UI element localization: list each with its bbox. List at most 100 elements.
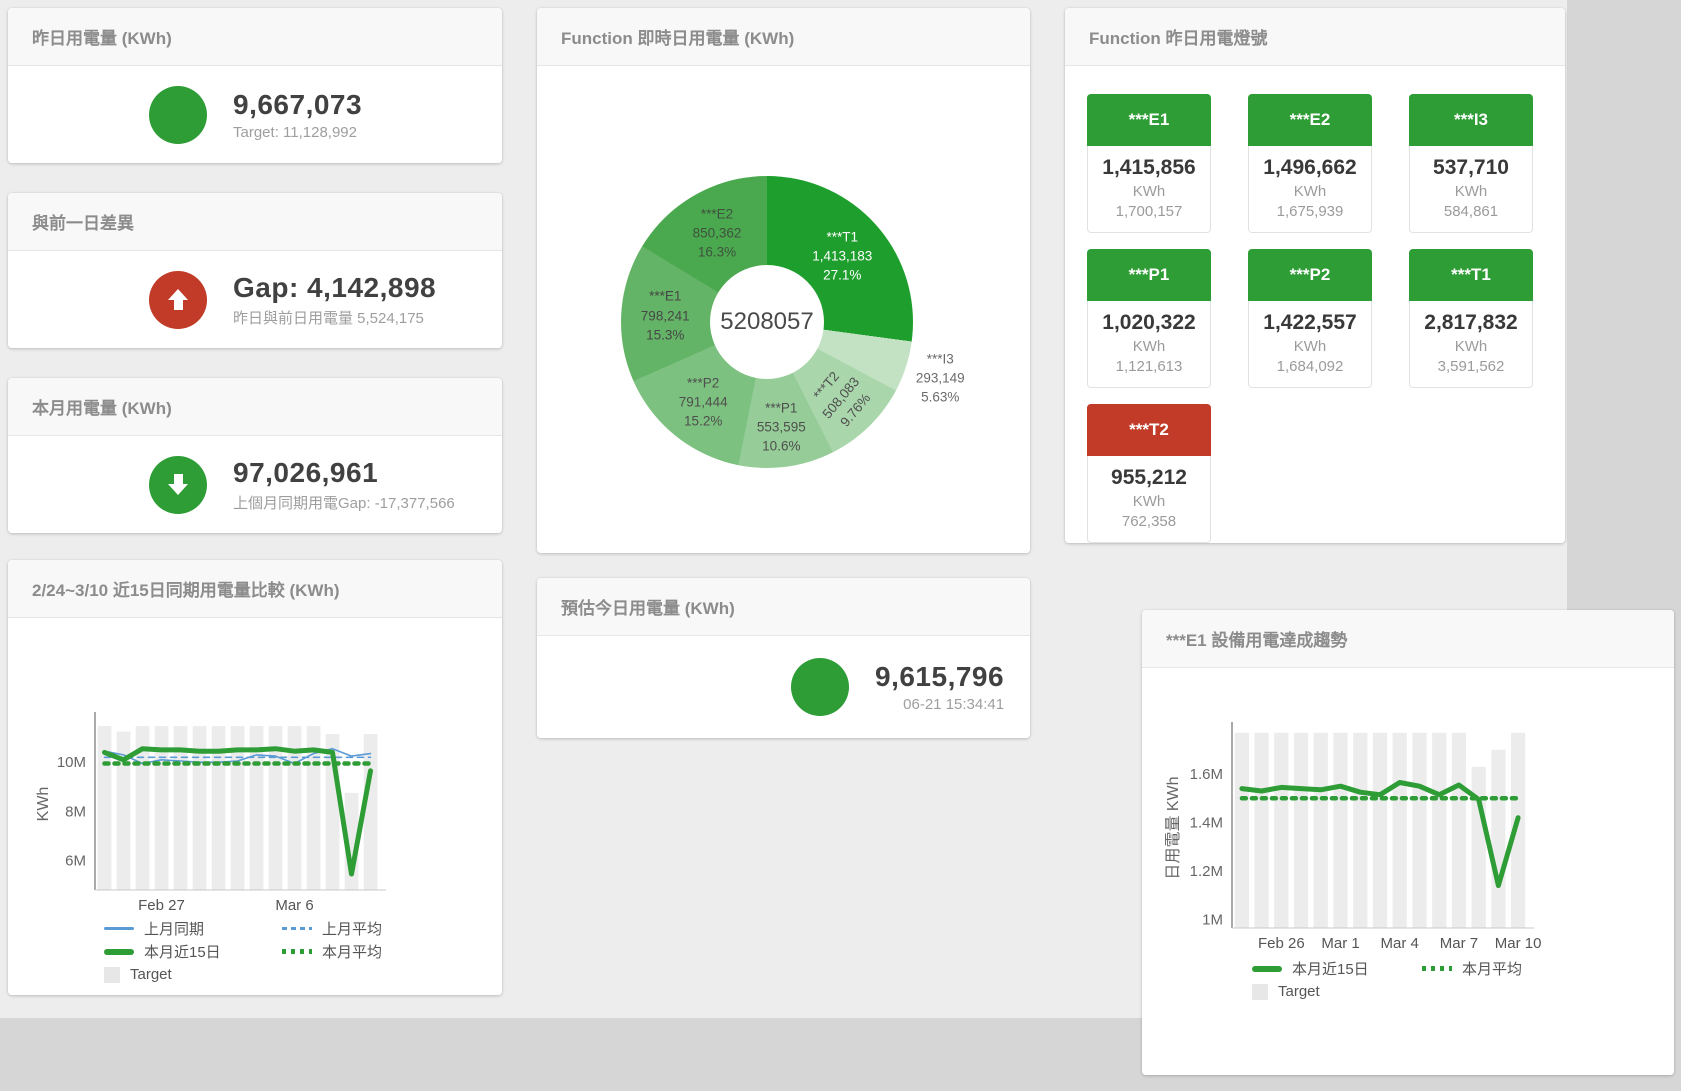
tile-value: 1,496,662: [1251, 156, 1369, 180]
card-title: Function 即時日用電量 (KWh): [561, 24, 794, 49]
target-bar[interactable]: [1472, 767, 1486, 928]
card-title: 2/24~3/10 近15日同期用電量比較 (KWh): [32, 576, 340, 601]
y-tick-label: 8M: [65, 803, 86, 820]
tile-unit: KWh: [1412, 338, 1530, 355]
y-axis-title: 日用電量 KWh: [1165, 776, 1182, 879]
card-realtime-donut: Function 即時日用電量 (KWh) 5208057 ***T11,413…: [537, 8, 1030, 553]
donut-slice-label-P1: ***P1553,59510.6%: [757, 398, 806, 455]
legend-label: 本月近15日: [144, 941, 221, 962]
status-tile-I3: ***I3537,710KWh584,861: [1409, 94, 1533, 233]
target-bar[interactable]: [1393, 733, 1407, 928]
card-title: 昨日用電量 (KWh): [32, 24, 172, 49]
gap-value: Gap: 4,142,898: [233, 272, 436, 304]
legend-item-本月平均[interactable]: 本月平均: [282, 943, 382, 960]
legend-label: Target: [1278, 983, 1320, 1000]
card-compare15-chart: 2/24~3/10 近15日同期用電量比較 (KWh) 6M8M10MFeb 2…: [8, 560, 502, 995]
y-tick-label: 1.6M: [1190, 766, 1223, 783]
tile-target: 762,358: [1090, 513, 1208, 530]
legend-label: 本月近15日: [1292, 958, 1369, 979]
card-status-tiles: Function 昨日用電燈號 ***E1 1,415,856 KWh 1,700,1…: [1065, 8, 1565, 543]
estimate-timestamp: 06-21 15:34:41: [875, 696, 1004, 713]
x-tick-label: Feb 27: [138, 897, 185, 914]
status-tile-P1: ***P11,020,322KWh1,121,613: [1087, 249, 1211, 388]
tile-value: 1,020,322: [1090, 311, 1208, 335]
tile-value: 955,212: [1090, 466, 1208, 490]
tile-name: ***E1: [1087, 94, 1211, 146]
legend-item-Target[interactable]: Target: [104, 966, 282, 983]
y-tick-label: 1M: [1202, 912, 1223, 929]
legend-item-本月近15日[interactable]: 本月近15日: [1252, 960, 1422, 977]
status-circle-icon: [149, 86, 207, 144]
compare15-legend: 上月同期 上月平均本月近15日 本月平均 Target: [104, 920, 382, 983]
target-bar[interactable]: [1452, 733, 1466, 928]
card-title: 與前一日差異: [32, 209, 134, 234]
x-tick-label: Mar 10: [1495, 935, 1542, 952]
target-bar[interactable]: [1274, 733, 1288, 928]
donut-slice-label-E2: ***E2850,36216.3%: [693, 204, 742, 261]
status-circle-icon: [791, 658, 849, 716]
tile-target: 1,675,939: [1251, 203, 1369, 220]
tile-unit: KWh: [1251, 338, 1369, 355]
month-subtitle: 上個月同期用電Gap: -17,377,566: [233, 492, 455, 513]
tile-value: 2,817,832: [1412, 311, 1530, 335]
y-tick-label: 1.2M: [1190, 863, 1223, 880]
target-bar[interactable]: [1491, 750, 1505, 928]
legend-label: 上月同期: [144, 918, 204, 939]
yesterday-target: Target: 11,128,992: [233, 124, 362, 141]
legend-item-上月平均[interactable]: 上月平均: [282, 920, 382, 937]
card-gap-prev-day: 與前一日差異 Gap: 4,142,898 昨日與前日用電量 5,524,175: [8, 193, 502, 348]
status-tile-E2: ***E21,496,662KWh1,675,939: [1248, 94, 1372, 233]
tile-value: 1,415,856: [1090, 156, 1208, 180]
legend-item-本月平均[interactable]: 本月平均: [1422, 960, 1522, 977]
tile-name: ***E2: [1248, 94, 1372, 146]
target-bar[interactable]: [1235, 733, 1249, 928]
tile-target: 1,121,613: [1090, 358, 1208, 375]
tile-target: 3,591,562: [1412, 358, 1530, 375]
target-bar[interactable]: [1432, 733, 1446, 928]
tile-unit: KWh: [1090, 493, 1208, 510]
tile-unit: KWh: [1412, 183, 1530, 200]
compare15-line-chart[interactable]: 6M8M10MFeb 27Mar 6KWh: [8, 618, 502, 918]
target-bar[interactable]: [1314, 733, 1328, 928]
target-bar[interactable]: [1353, 733, 1367, 928]
legend-item-上月同期[interactable]: 上月同期: [104, 920, 282, 937]
legend-swatch: [1252, 984, 1268, 1000]
tile-name: ***I3: [1409, 94, 1533, 146]
legend-label: 本月平均: [322, 941, 382, 962]
tile-unit: KWh: [1090, 338, 1208, 355]
y-axis-title: KWh: [35, 787, 52, 822]
tile-unit: KWh: [1090, 183, 1208, 200]
legend-label: 上月平均: [322, 918, 382, 939]
card-title: 本月用電量 (KWh): [32, 394, 172, 419]
legend-swatch: [282, 927, 312, 930]
target-bar[interactable]: [1294, 733, 1308, 928]
legend-swatch: [104, 927, 134, 930]
x-tick-label: Mar 7: [1440, 935, 1478, 952]
donut-center-total: 5208057: [710, 265, 824, 379]
target-bar[interactable]: [1373, 733, 1387, 928]
card-e1-trend-chart: ***E1 設備用電達成趨勢 1M1.2M1.4M1.6MFeb 26Mar 1…: [1142, 610, 1674, 1075]
card-month-usage: 本月用電量 (KWh) 97,026,961 上個月同期用電Gap: -17,3…: [8, 378, 502, 533]
x-tick-label: Feb 26: [1258, 935, 1305, 952]
legend-item-Target[interactable]: Target: [1252, 983, 1422, 1000]
tile-target: 1,684,092: [1251, 358, 1369, 375]
x-tick-label: Mar 1: [1321, 935, 1359, 952]
x-tick-label: Mar 6: [275, 897, 313, 914]
target-bar[interactable]: [1255, 733, 1269, 928]
e1-trend-line-chart[interactable]: 1M1.2M1.4M1.6MFeb 26Mar 1Mar 4Mar 7Mar 1…: [1142, 668, 1674, 958]
legend-label: 本月平均: [1462, 958, 1522, 979]
status-tile-T1: ***T12,817,832KWh3,591,562: [1409, 249, 1533, 388]
target-bar[interactable]: [1333, 733, 1347, 928]
e1-trend-legend: 本月近15日 本月平均 Target: [1252, 960, 1522, 1000]
legend-swatch: [104, 967, 120, 983]
donut-slice-label-T1: ***T11,413,18327.1%: [812, 227, 872, 284]
legend-label: Target: [130, 966, 172, 983]
card-title: 預估今日用電量 (KWh): [561, 594, 735, 619]
donut-slice-label-E1: ***E1798,24115.3%: [641, 287, 690, 344]
tile-target: 1,700,157: [1090, 203, 1208, 220]
legend-item-本月近15日[interactable]: 本月近15日: [104, 943, 282, 960]
card-title: Function 昨日用電燈號: [1089, 24, 1267, 49]
target-bar[interactable]: [1412, 733, 1426, 928]
yesterday-value: 9,667,073: [233, 89, 362, 121]
daily-usage-donut-chart[interactable]: 5208057 ***T11,413,18327.1%***I3293,1495…: [537, 66, 1030, 553]
